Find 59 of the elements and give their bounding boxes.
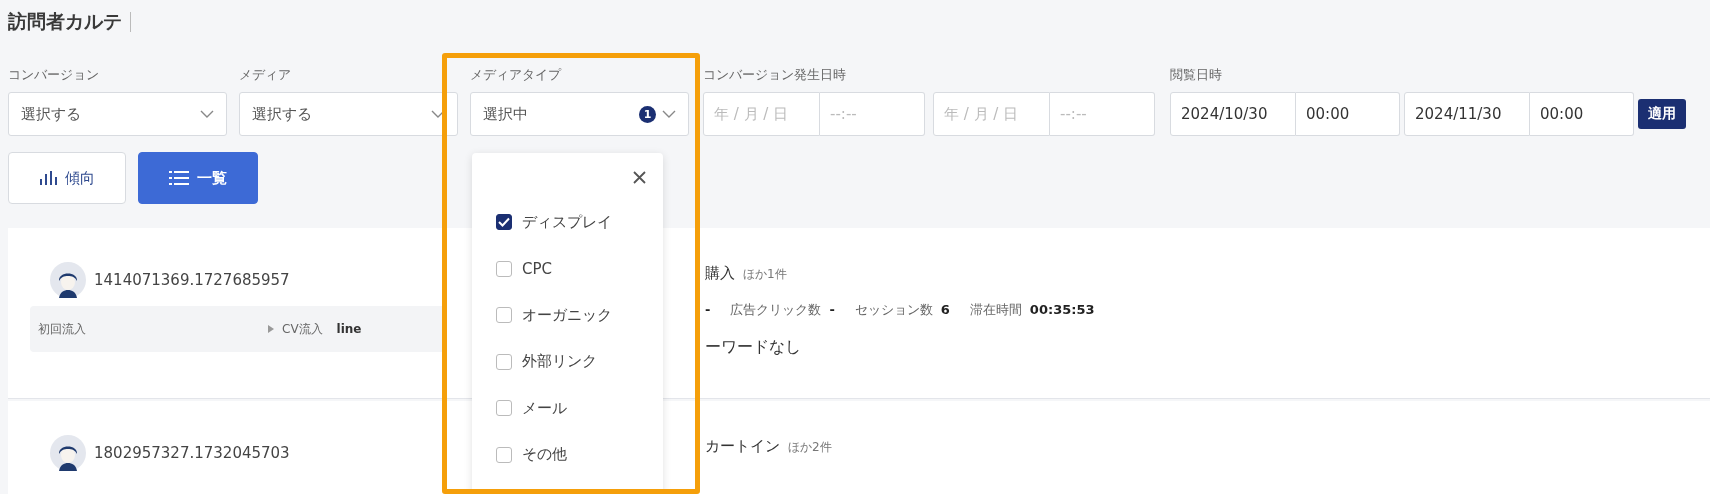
play-icon	[268, 325, 274, 333]
inflow-label: 初回流入	[38, 320, 87, 338]
time-field[interactable]: --:--	[820, 92, 925, 136]
filter-label: メディア	[239, 66, 292, 84]
chevron-down-icon	[662, 110, 676, 118]
option-label[interactable]: メール	[522, 398, 567, 418]
date-field[interactable]: 年 / 月 / 日	[703, 92, 820, 136]
option-label[interactable]: その他	[522, 445, 567, 465]
filter-label: コンバージョン発生日時	[703, 66, 847, 84]
option-label[interactable]: ディスプレイ	[522, 212, 612, 232]
view-tab[interactable]: 傾向	[8, 152, 126, 204]
filter-label: コンバージョン	[8, 66, 100, 84]
keyword-text: ーワードなし	[705, 337, 802, 358]
visitor-id: 1802957327.1732045703	[94, 444, 290, 462]
stat-value: 6	[940, 302, 950, 317]
chevron-down-icon	[200, 110, 214, 118]
option-label[interactable]: CPC	[522, 259, 552, 278]
view-tab[interactable]: 一覧	[138, 152, 258, 204]
stat-label: 広告クリック数	[730, 301, 822, 319]
stat-value: -	[829, 302, 835, 317]
option-label[interactable]: 外部リンク	[522, 352, 597, 372]
stat-label: セッション数	[854, 301, 933, 319]
date-field[interactable]: 2024/11/30	[1404, 92, 1530, 136]
select-field[interactable]: 選択する	[8, 92, 227, 136]
stat-value: 00:35:53	[1029, 302, 1095, 317]
stat-label: 滞在時間	[969, 301, 1022, 319]
time-field[interactable]: 00:00	[1530, 92, 1634, 136]
inflow-label: CV流入	[282, 320, 323, 338]
checkbox[interactable]	[496, 446, 512, 463]
time-field[interactable]: 00:00	[1296, 92, 1400, 136]
filter-label: メディアタイプ	[470, 66, 563, 84]
time-field[interactable]: --:--	[1050, 92, 1155, 136]
checkbox[interactable]	[496, 353, 512, 370]
date-field[interactable]: 年 / 月 / 日	[933, 92, 1050, 136]
avatar-icon	[50, 435, 86, 471]
bar-chart-icon	[39, 171, 57, 185]
stat-value: -	[705, 302, 711, 317]
visitor-id: 1414071369.1727685957	[94, 271, 290, 289]
inflow-value: line	[336, 322, 362, 336]
conversion-more: ほか2件	[788, 439, 832, 456]
close-icon[interactable]	[633, 171, 646, 184]
conversion-more: ほか1件	[743, 266, 787, 283]
filter-label: 閲覧日時	[1170, 66, 1223, 84]
date-field[interactable]: 2024/10/30	[1170, 92, 1296, 136]
count-badge: 1	[639, 105, 656, 123]
select-field[interactable]: 選択中 1	[470, 92, 689, 136]
checkbox[interactable]	[496, 260, 512, 277]
option-label[interactable]: オーガニック	[522, 305, 612, 325]
checkbox[interactable]	[496, 214, 512, 231]
checkbox[interactable]	[496, 307, 512, 324]
checkbox[interactable]	[496, 400, 512, 417]
apply-button[interactable]: 適用	[1638, 99, 1686, 129]
conversion-name: 購入	[705, 264, 735, 283]
chevron-down-icon	[431, 110, 445, 118]
avatar-icon	[50, 262, 86, 298]
select-field[interactable]: 選択する	[239, 92, 458, 136]
conversion-name: カートイン	[705, 437, 780, 456]
page-title: 訪問者カルテ	[8, 9, 122, 34]
list-icon	[169, 171, 189, 185]
